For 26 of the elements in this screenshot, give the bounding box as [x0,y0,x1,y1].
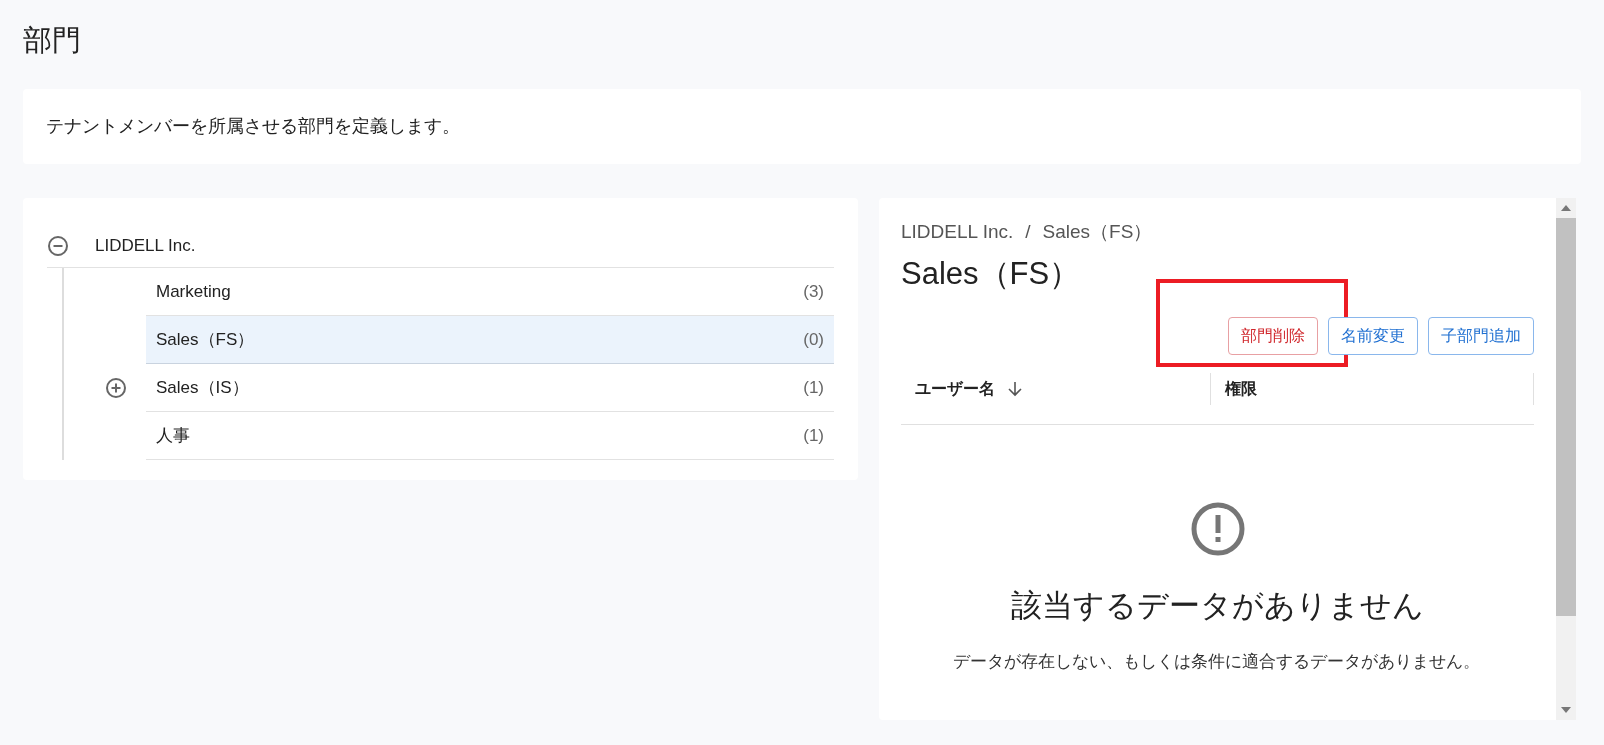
scrollbar[interactable] [1556,198,1576,720]
breadcrumb-separator: / [1025,220,1031,244]
collapse-icon[interactable] [47,234,69,257]
tree-item[interactable]: Sales（FS） (0) [146,316,834,364]
exclamation-icon [1189,500,1246,557]
breadcrumb-item[interactable]: LIDDELL Inc. [901,218,1014,247]
item-count: (0) [803,328,824,351]
sort-down-icon[interactable] [1007,380,1023,398]
tree-item[interactable]: Sales（IS） (1) [146,364,834,412]
breadcrumb-item[interactable]: Sales（FS） [1042,218,1153,247]
item-count: (1) [803,424,824,447]
description-text: テナントメンバーを所属させる部門を定義します。 [46,115,460,138]
page-title: 部門 [23,23,82,58]
action-button[interactable]: 名前変更 [1328,316,1418,355]
tree-item[interactable]: 人事 (1) [146,412,834,460]
expand-icon[interactable] [105,377,127,399]
department-heading: Sales（FS） [901,254,1082,293]
action-button[interactable]: 部門削除 [1228,316,1318,355]
empty-message: データが存在しない、もしくは条件に適合するデータがありません。 [952,651,1481,673]
empty-title: 該当するデータがありません [1011,586,1424,625]
tree-root[interactable]: LIDDELL Inc. [95,232,196,259]
item-count: (1) [803,376,824,399]
item-count: (3) [803,280,824,303]
action-button[interactable]: 子部門追加 [1428,316,1534,355]
column-header[interactable]: 権限 [1225,377,1257,401]
column-header[interactable]: ユーザー名 [915,377,995,401]
